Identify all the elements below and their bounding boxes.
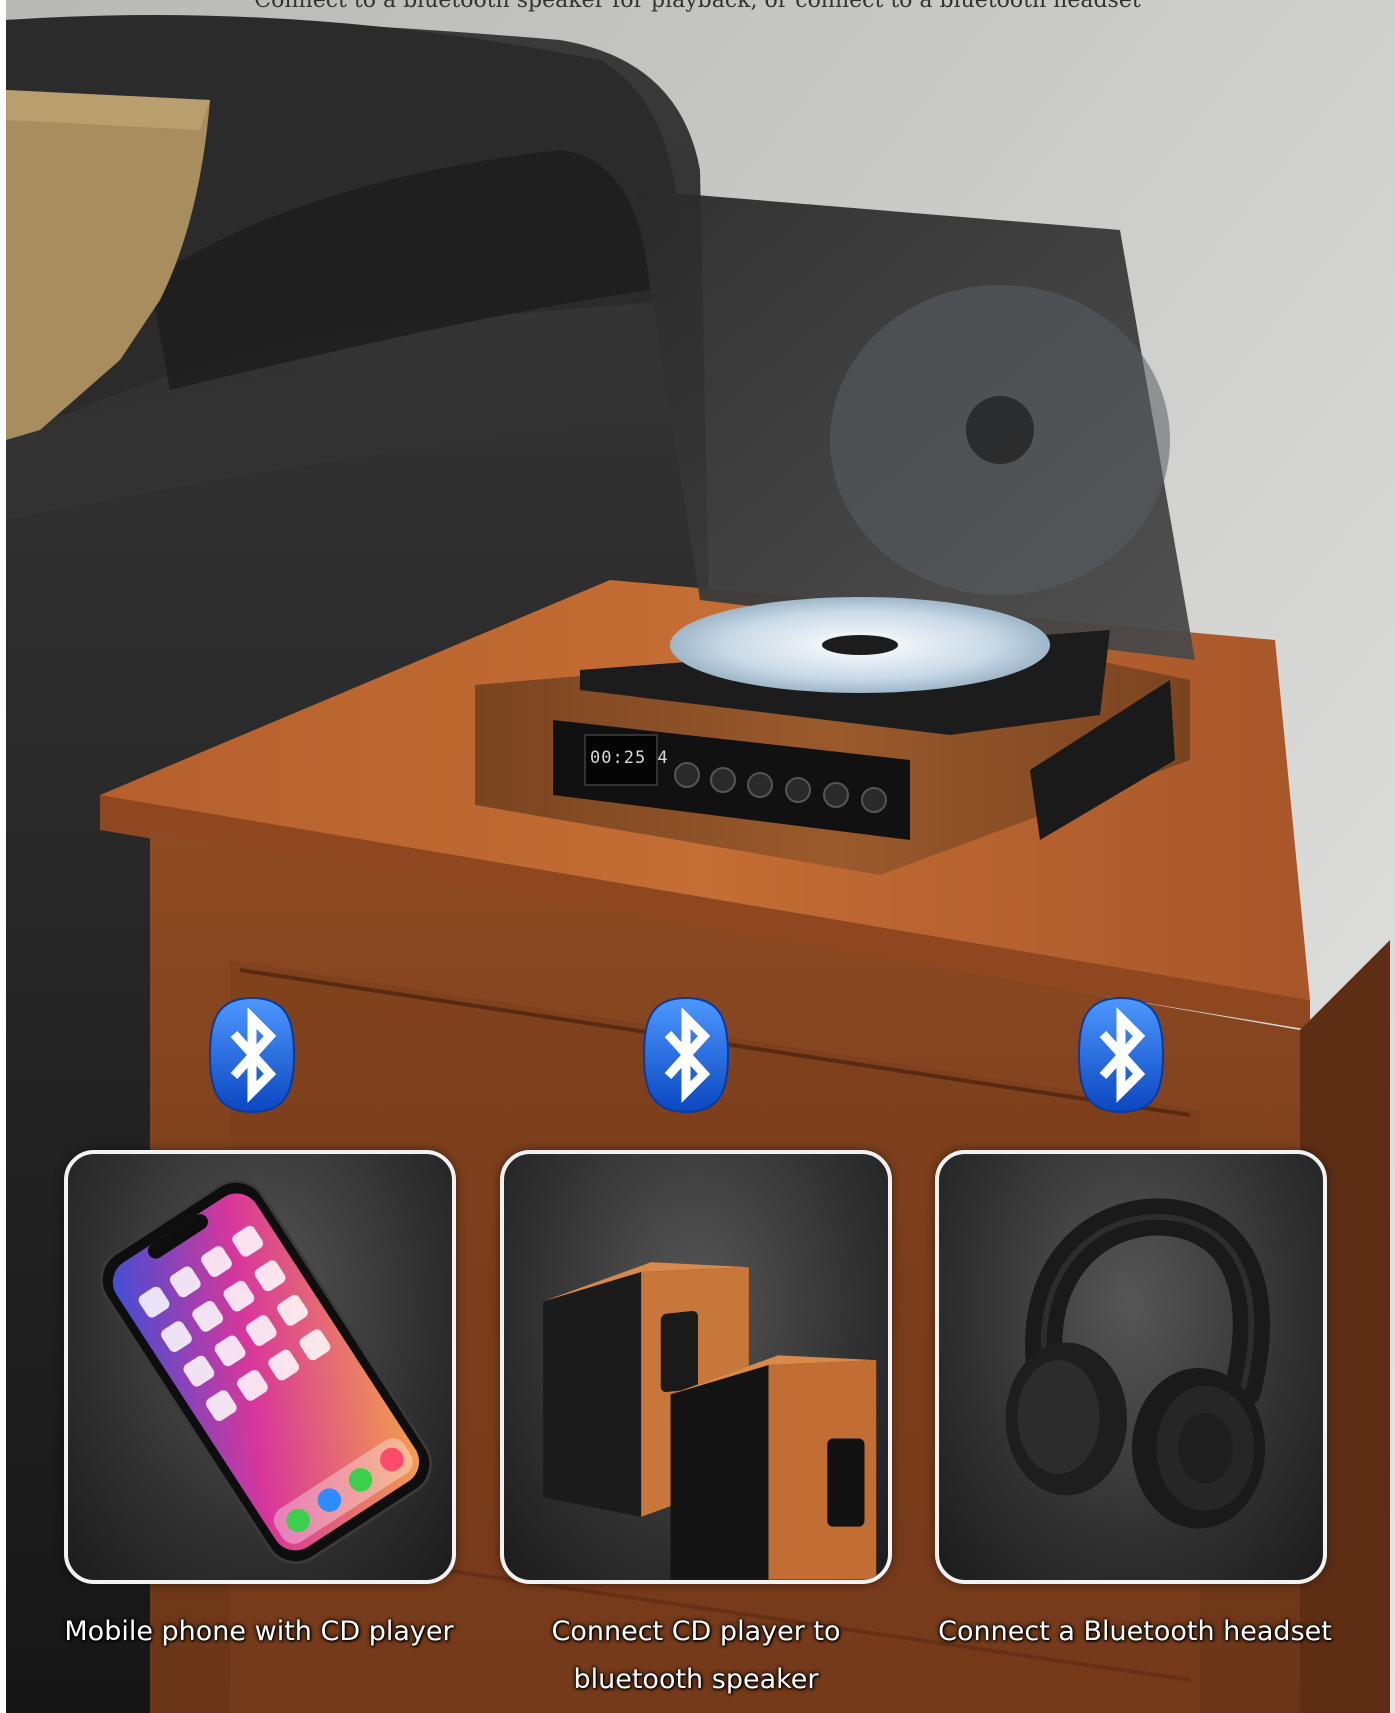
bookshelf-speakers-card	[500, 1150, 892, 1584]
bluetooth-icon	[1077, 996, 1165, 1114]
smartphone-card	[64, 1150, 456, 1584]
headphones-image	[1005, 1198, 1270, 1529]
bluetooth-icon	[208, 996, 296, 1114]
feature-caption-phone: Mobile phone with CD player	[64, 1616, 454, 1647]
feature-caption-speaker: Connect CD player to bluetooth speaker	[551, 1616, 841, 1695]
bluetooth-icon	[642, 996, 730, 1114]
smartphone-image	[99, 1179, 433, 1565]
headphones-card	[935, 1150, 1327, 1584]
bookshelf-speakers-image	[543, 1262, 877, 1580]
feature-caption-headset: Connect a Bluetooth headset	[938, 1616, 1332, 1647]
header-caption: Connect to a bluetooth speaker for playb…	[254, 0, 1141, 13]
player-display-time: 00:25 4	[590, 748, 669, 768]
